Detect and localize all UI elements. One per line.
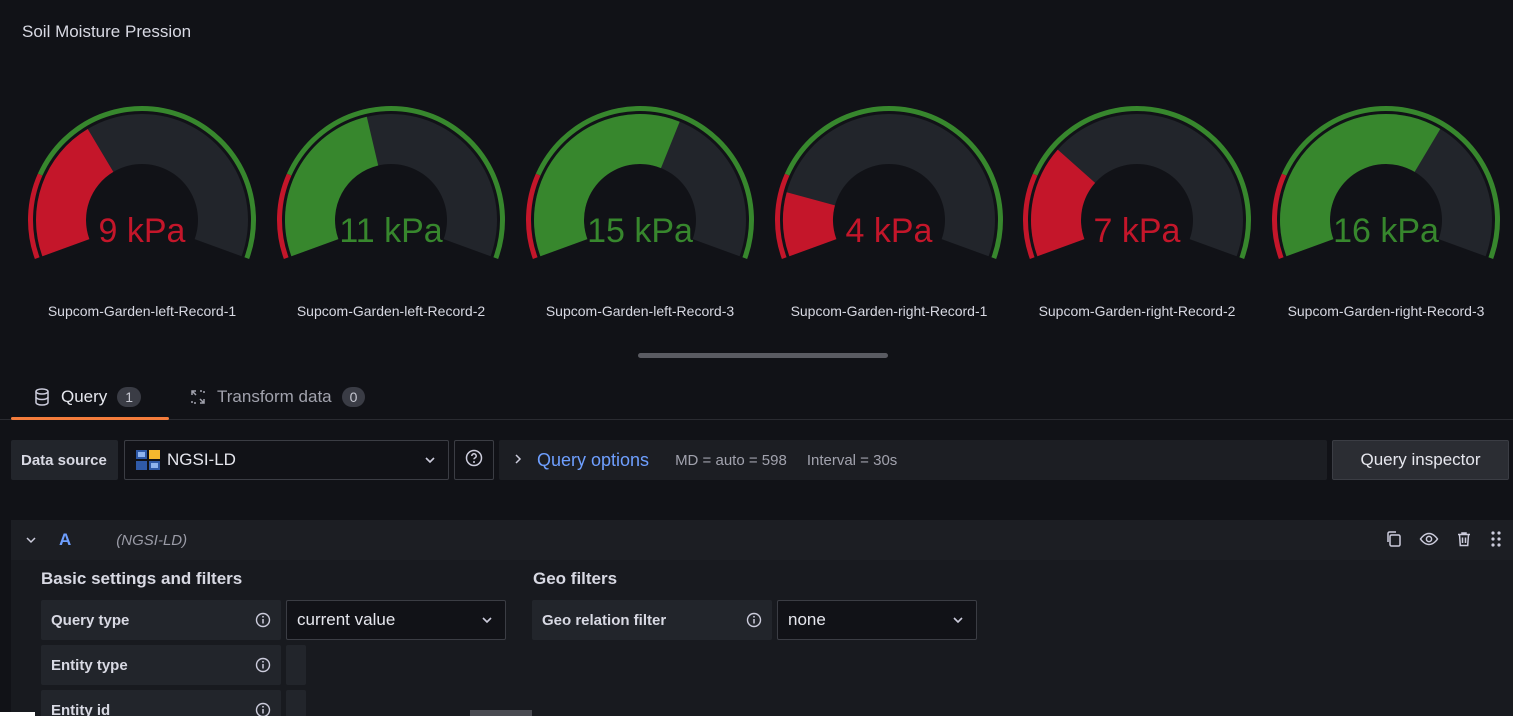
window-edge	[0, 712, 35, 716]
chevron-down-icon	[424, 452, 436, 473]
ngsi-ld-logo-icon	[135, 449, 161, 471]
info-icon[interactable]	[255, 612, 271, 632]
entity-id-input[interactable]	[286, 690, 306, 716]
chevron-down-icon	[481, 612, 493, 633]
geo-filters-title: Geo filters	[533, 569, 618, 588]
database-icon	[33, 388, 51, 406]
tab-transform-count: 0	[341, 387, 366, 407]
geo-relation-value: none	[788, 610, 826, 629]
query-type-label: Query type	[41, 600, 281, 640]
trash-icon[interactable]	[1455, 530, 1473, 553]
query-inspector-button[interactable]: Query inspector	[1332, 440, 1509, 480]
geo-relation-select[interactable]: none	[777, 600, 977, 640]
gauge-label: Supcom-Garden-left-Record-3	[545, 303, 735, 319]
resize-handle[interactable]	[470, 710, 532, 716]
gauge: 7 kPa Supcom-Garden-right-Record-2	[1017, 100, 1257, 330]
gauge-label: Supcom-Garden-right-Record-1	[790, 303, 988, 319]
chevron-down-icon	[952, 612, 964, 633]
interval-text: Interval = 30s	[806, 451, 898, 469]
gauge: 15 kPa Supcom-Garden-left-Record-3	[520, 100, 760, 330]
gauge: 16 kPa Supcom-Garden-right-Record-3	[1266, 100, 1506, 330]
collapse-chevron-icon[interactable]	[25, 534, 37, 546]
gauge-label: Supcom-Garden-left-Record-2	[296, 303, 486, 319]
drag-handle-icon[interactable]	[1489, 530, 1503, 553]
panel-title: Soil Moisture Pression	[22, 22, 192, 41]
basic-settings-title: Basic settings and filters	[41, 569, 243, 588]
transform-icon	[189, 388, 207, 406]
query-datasource-name: (NGSI-LD)	[116, 531, 188, 549]
gauge: 4 kPa Supcom-Garden-right-Record-1	[769, 100, 1009, 330]
editor-tabs: Query 1 Transform data 0	[0, 375, 1513, 420]
gauge-label: Supcom-Garden-right-Record-2	[1038, 303, 1236, 319]
gauge: 11 kPa Supcom-Garden-left-Record-2	[271, 100, 511, 330]
query-type-label-text: Query type	[51, 611, 130, 629]
horizontal-scrollbar[interactable]	[638, 353, 888, 358]
tab-transform-data[interactable]: Transform data 0	[189, 375, 399, 419]
query-type-value: current value	[297, 610, 396, 629]
query-ref-id[interactable]: A	[59, 530, 71, 550]
gauge-value: 15 kPa	[587, 212, 693, 250]
datasource-help-button[interactable]	[454, 440, 494, 480]
geo-relation-label-text: Geo relation filter	[542, 611, 667, 629]
eye-icon[interactable]	[1419, 530, 1439, 553]
query-options-bar[interactable]: Query options MD = auto = 598 Interval =…	[499, 440, 1327, 480]
gauge-value: 16 kPa	[1333, 212, 1439, 250]
datasource-label: Data source	[11, 440, 118, 480]
gauge-label: Supcom-Garden-left-Record-1	[47, 303, 237, 319]
query-type-select[interactable]: current value	[286, 600, 506, 640]
entity-type-input[interactable]	[286, 645, 306, 685]
entity-type-label-text: Entity type	[51, 656, 128, 674]
geo-relation-label: Geo relation filter	[532, 600, 772, 640]
gauge-value: 11 kPa	[339, 212, 443, 250]
gauge-value: 7 kPa	[1093, 212, 1181, 250]
info-icon[interactable]	[746, 612, 762, 632]
datasource-select[interactable]: NGSI-LD	[124, 440, 449, 480]
tab-transform-label: Transform data	[217, 387, 332, 406]
entity-id-label-text: Entity id	[51, 701, 111, 716]
tab-query-count: 1	[117, 387, 142, 407]
query-options-link[interactable]: Query options	[537, 450, 649, 471]
gauge-value: 4 kPa	[845, 212, 933, 250]
max-datapoints-text: MD = auto = 598	[675, 451, 787, 469]
tab-query-label: Query	[61, 387, 108, 406]
chevron-right-icon	[513, 452, 523, 469]
tab-query[interactable]: Query 1	[11, 375, 169, 420]
entity-type-label: Entity type	[41, 645, 281, 685]
gauge-label: Supcom-Garden-right-Record-3	[1287, 303, 1485, 319]
question-circle-icon	[465, 449, 483, 472]
gauge: 9 kPa Supcom-Garden-left-Record-1	[22, 100, 262, 330]
entity-id-label: Entity id	[41, 690, 281, 716]
query-row-header[interactable]: A (NGSI-LD)	[11, 520, 1513, 560]
gauge-value: 9 kPa	[98, 212, 186, 250]
info-icon[interactable]	[255, 657, 271, 677]
info-icon[interactable]	[255, 702, 271, 716]
duplicate-query-icon[interactable]	[1385, 530, 1403, 553]
datasource-value: NGSI-LD	[167, 450, 236, 469]
